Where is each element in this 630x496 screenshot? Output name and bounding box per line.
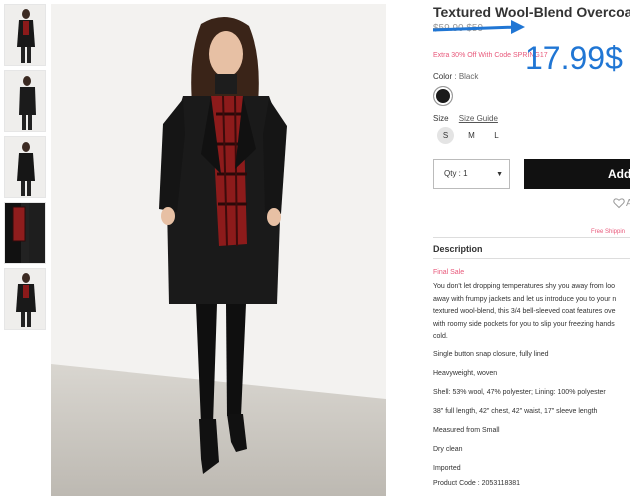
caret-down-icon: ▼ [496,171,503,178]
model-photo [51,4,386,496]
final-sale-label: Final Sale [433,269,465,276]
description-heading: Description [433,244,483,254]
quantity-value: Qty : 1 [444,169,468,178]
divider [433,237,630,238]
detail-weight: Heavyweight, woven [433,370,498,377]
color-label: Color [433,72,453,81]
size-option-m[interactable]: M [463,127,480,144]
main-product-image [51,4,386,496]
size-guide-link[interactable]: Size Guide [459,114,498,123]
free-shipping-text: Free Shippin [591,229,626,235]
add-to-bag-button[interactable]: Add [524,159,630,189]
thumbnail-gallery [4,4,46,334]
description-line: textured wool-blend, this 3/4 bell-sleev… [433,308,616,315]
model-thumbnail-image [5,269,45,329]
size-option-l[interactable]: L [488,127,505,144]
thumbnail-detail[interactable] [4,202,46,264]
detail-measured-from: Measured from Small [433,427,500,434]
sale-price-annotation: 17.99$ [525,40,623,76]
detail-product-code: Product Code : 2053118381 [433,480,521,487]
description-line: cold. [433,333,448,340]
detail-origin: Imported [433,465,461,472]
detail-content: Shell: 53% wool, 47% polyester; Lining: … [433,389,606,396]
detail-care: Dry clean [433,446,463,453]
product-details-panel: Textured Wool-Blend Overcoat $59.90 $59 … [433,0,630,496]
size-row: Size Size Guide [433,114,498,123]
detail-measurements: 38" full length, 42" chest, 42" waist, 1… [433,408,598,415]
model-thumbnail-image [5,5,45,65]
description-line: away with frumpy jackets and let us intr… [433,295,617,303]
size-label: Size [433,114,449,123]
size-option-s[interactable]: S [437,127,454,144]
description-line: with roomy side pockets for you to slip … [433,320,615,328]
arrow-annotation-icon [433,20,525,34]
thumbnail-front-2[interactable] [4,268,46,330]
thumbnail-back[interactable] [4,136,46,198]
detail-closure: Single button snap closure, fully lined [433,351,549,358]
color-row: Color : Black [433,72,478,81]
wishlist-label[interactable]: A [626,198,630,209]
color-value: Black [458,72,479,81]
model-thumbnail-image [5,71,45,131]
heart-icon[interactable] [613,197,625,209]
description-line: You don't let dropping temperatures shy … [433,283,616,290]
quantity-select[interactable]: Qty : 1 ▼ [433,159,510,189]
divider [433,258,630,259]
model-thumbnail-image [5,137,45,197]
thumbnail-side[interactable] [4,70,46,132]
description-text: You don't let dropping temperatures shy … [433,281,630,344]
thumbnail-front[interactable] [4,4,46,66]
color-swatch-black[interactable] [433,86,453,106]
model-thumbnail-image [5,203,45,263]
